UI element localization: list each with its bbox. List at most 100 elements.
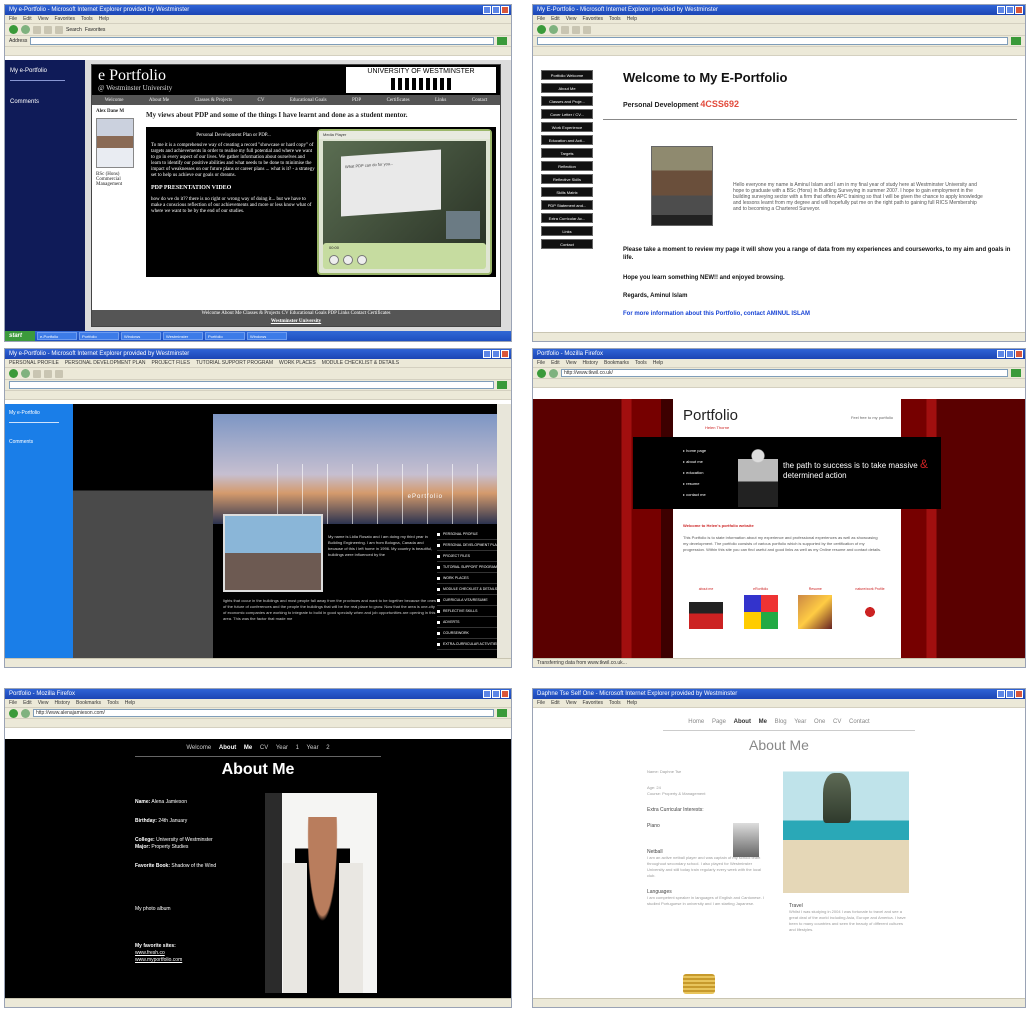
refresh-icon[interactable] — [44, 369, 52, 378]
menu-help[interactable]: Help — [627, 700, 637, 706]
nav-reflection[interactable]: Reflection — [541, 161, 593, 171]
nav-classes-projects[interactable]: Classes and Proje... — [541, 96, 593, 106]
search-button[interactable]: Search — [66, 27, 82, 33]
site-link[interactable]: www.myportfolio.com — [135, 957, 182, 963]
nav-contact[interactable]: Contact — [541, 239, 593, 249]
address-input[interactable] — [30, 37, 494, 45]
close-button[interactable] — [1015, 350, 1023, 358]
card-resume[interactable]: Resume — [792, 587, 838, 657]
minimize-button[interactable] — [997, 350, 1005, 358]
play-icon[interactable] — [329, 255, 339, 265]
menu-file[interactable]: PERSONAL PROFILE — [9, 360, 59, 366]
nav-about-me[interactable]: About Me — [734, 719, 767, 725]
site-link[interactable]: www.fresh.co — [135, 950, 165, 956]
address-input[interactable]: http://www.alenajamieson.com/ — [33, 709, 494, 717]
nav-extra-curricular[interactable]: Extra Curricular Ac... — [541, 213, 593, 223]
card-nature-work[interactable]: nature/work Profile — [847, 587, 893, 657]
menu-tools[interactable]: WORK PLACES — [279, 360, 316, 366]
player-screen[interactable]: What PDP can do for you... — [323, 141, 486, 245]
nav-year-1[interactable]: Year 1 — [276, 745, 299, 751]
footer-links[interactable]: Welcome About Me Classes & Projects CV E… — [92, 310, 500, 318]
forward-arrow-icon[interactable] — [549, 368, 558, 378]
home-icon[interactable] — [55, 25, 63, 34]
nav-reflective-skills[interactable]: Reflective Skills — [541, 174, 593, 184]
stop-icon[interactable] — [561, 25, 569, 34]
sidebar-item-eportfolio[interactable]: My e-Portfolio — [10, 68, 80, 74]
back-arrow-icon[interactable] — [537, 368, 546, 378]
close-button[interactable] — [501, 6, 509, 14]
nav-cv[interactable]: CV — [260, 745, 268, 751]
card-eportfolio[interactable]: eRortfolio — [738, 587, 784, 657]
player-menu[interactable]: Media Player — [319, 131, 490, 139]
nav-about-me[interactable]: About Me — [219, 745, 252, 751]
menu-history[interactable]: History — [54, 700, 70, 706]
close-button[interactable] — [1015, 690, 1023, 698]
nav-welcome[interactable]: Welcome — [105, 98, 124, 103]
stop-icon[interactable] — [343, 255, 353, 265]
go-button[interactable] — [1011, 369, 1021, 377]
menu-view[interactable]: View — [38, 16, 49, 22]
menu-help[interactable]: Help — [99, 16, 109, 22]
menu-history[interactable]: History — [582, 360, 598, 366]
nav-welcome[interactable]: Welcome — [186, 745, 211, 751]
menu-edit[interactable]: Edit — [551, 16, 560, 22]
back-arrow-icon[interactable] — [9, 708, 18, 718]
menu-bookmarks[interactable]: Bookmarks — [604, 360, 629, 366]
menu-tools[interactable]: Tools — [609, 16, 621, 22]
menu-edit[interactable]: PERSONAL DEVELOPMENT PLAN — [65, 360, 146, 366]
maximize-button[interactable] — [492, 350, 500, 358]
taskbar-item[interactable]: e-Portfolio — [37, 332, 77, 340]
nav-education[interactable]: Education and Acti... — [541, 135, 593, 145]
nav-classes-projects[interactable]: Classes & Projects — [195, 98, 233, 103]
minimize-button[interactable] — [483, 690, 491, 698]
contact-link[interactable]: For more information about this Portfoli… — [623, 310, 1013, 318]
go-button[interactable] — [497, 37, 507, 45]
nav-year-2[interactable]: Year 2 — [307, 745, 330, 751]
home-icon[interactable] — [583, 25, 591, 34]
taskbar-item[interactable]: Portfolio — [79, 332, 119, 340]
address-input[interactable]: http://www.tkwil.co.uk/ — [561, 369, 1008, 377]
menu-favorites[interactable]: Favorites — [54, 16, 75, 22]
vertical-scrollbar[interactable] — [497, 404, 511, 658]
go-button[interactable] — [497, 381, 507, 389]
menu-help[interactable]: Help — [653, 360, 663, 366]
nav-contact-me[interactable]: contact me — [683, 489, 706, 500]
sidebar-item-comments[interactable]: Comments — [10, 99, 80, 105]
forward-arrow-icon[interactable] — [21, 708, 30, 718]
nav-about-me[interactable]: About Me — [149, 98, 169, 103]
taskbar-item[interactable]: Windows — [247, 332, 287, 340]
menu-view[interactable]: View — [566, 16, 577, 22]
stop-icon[interactable] — [33, 25, 41, 34]
menu-file[interactable]: File — [537, 16, 545, 22]
go-button[interactable] — [497, 709, 507, 717]
menu-help[interactable]: Help — [125, 700, 135, 706]
menu-favorites[interactable]: Favorites — [582, 16, 603, 22]
menu-edit[interactable]: Edit — [23, 700, 32, 706]
menu-tools[interactable]: Tools — [635, 360, 647, 366]
photo-album-link[interactable]: My photo album — [135, 906, 255, 913]
photo-player-controls[interactable] — [652, 215, 712, 225]
go-button[interactable] — [1011, 37, 1021, 45]
minimize-button[interactable] — [997, 6, 1005, 14]
menu-help[interactable]: MODULE CHECKLIST & DETAILS — [322, 360, 399, 366]
nav-contact[interactable]: Contact — [472, 98, 488, 103]
nav-skills-matrix[interactable]: Skills Matrix — [541, 187, 593, 197]
nav-resume[interactable]: resume — [683, 478, 706, 489]
taskbar-item[interactable]: Windows — [121, 332, 161, 340]
menu-view[interactable]: View — [566, 700, 577, 706]
menu-favorites[interactable]: Favorites — [582, 700, 603, 706]
nav-pdp-statement[interactable]: PDP Statement and... — [541, 200, 593, 210]
maximize-button[interactable] — [1006, 350, 1014, 358]
nav-targets[interactable]: Targets — [541, 148, 593, 158]
nav-cv[interactable]: CV — [833, 719, 841, 725]
taskbar-item[interactable]: Portfolio — [205, 332, 245, 340]
stop-icon[interactable] — [33, 369, 41, 378]
nav-blog[interactable]: Blog — [775, 719, 787, 725]
menu-file[interactable]: File — [9, 700, 17, 706]
refresh-icon[interactable] — [44, 25, 52, 34]
nav-about-me[interactable]: About Me — [541, 83, 593, 93]
menu-tools[interactable]: Tools — [107, 700, 119, 706]
nav-home-page[interactable]: Home Page — [688, 719, 726, 725]
menu-file[interactable]: File — [537, 700, 545, 706]
address-input[interactable] — [537, 37, 1008, 45]
